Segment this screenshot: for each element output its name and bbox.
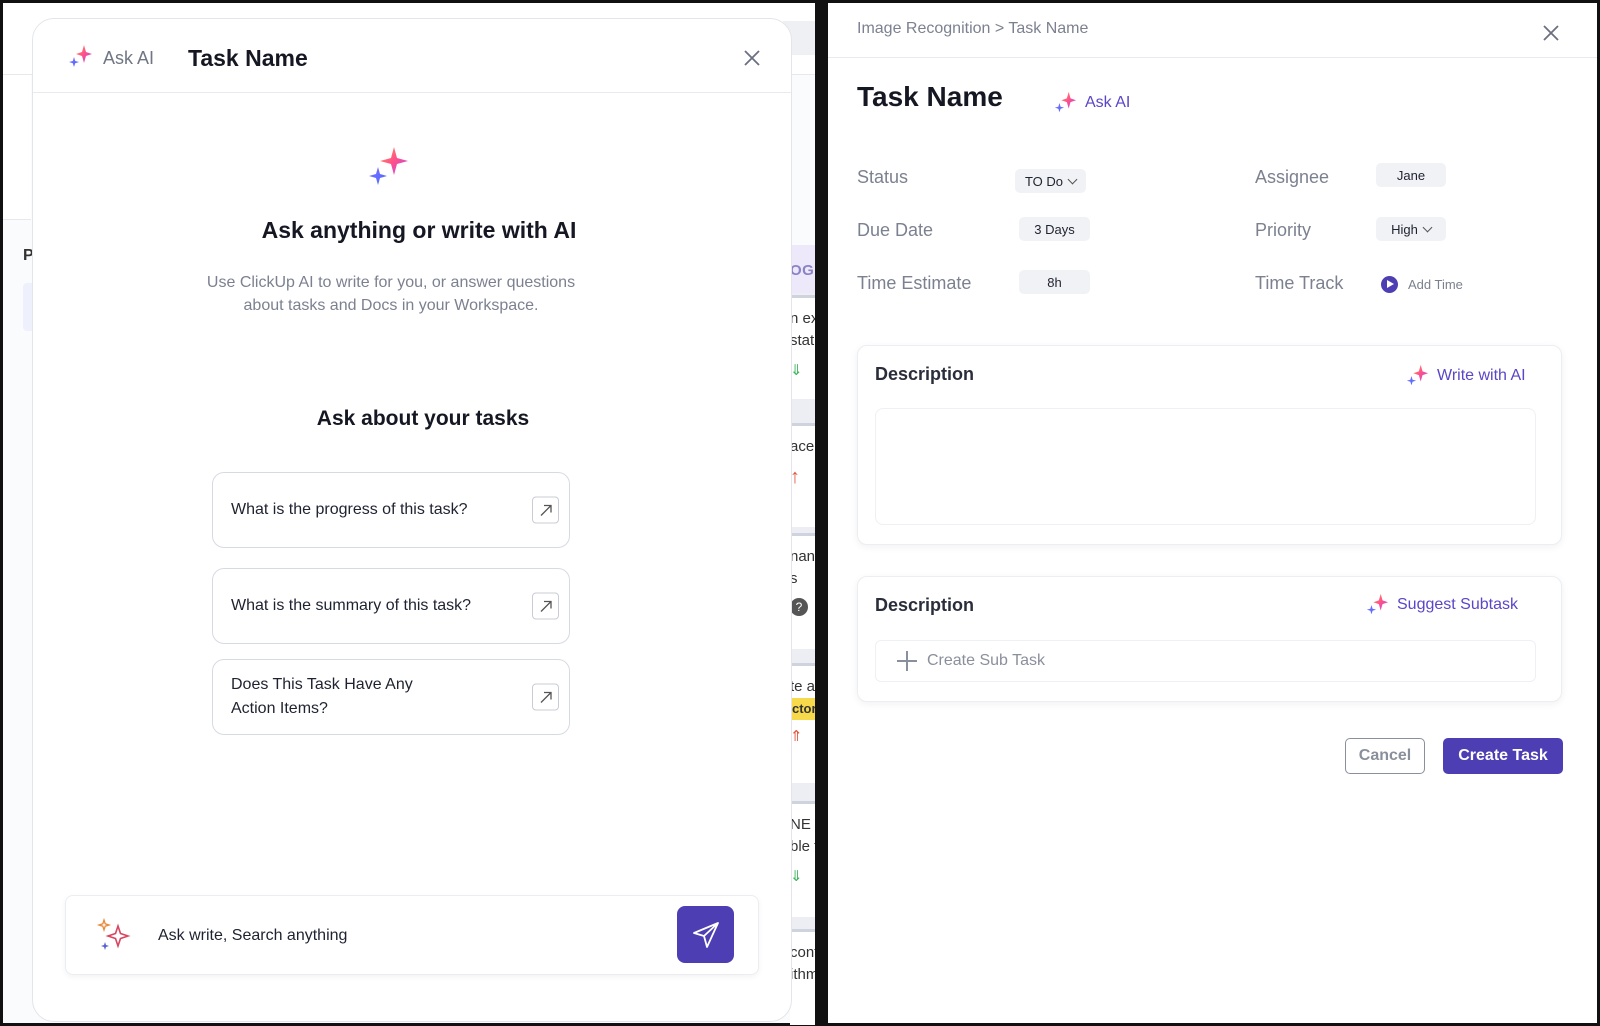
- suggestion-text: Does This Task Have Any Action Items?: [231, 676, 413, 717]
- task-panel: Image Recognition > Task Name Task Name …: [828, 3, 1597, 1023]
- ask-ai-label: Ask AI: [103, 48, 155, 68]
- close-icon[interactable]: [743, 49, 761, 67]
- description-card: Description Write with AI: [857, 345, 1562, 545]
- question-icon: ?: [790, 598, 808, 616]
- arrow-up-icon: ↑: [790, 466, 800, 488]
- background-left-strip: [3, 75, 31, 220]
- task-title[interactable]: Task Name: [857, 81, 1003, 113]
- play-icon: [1381, 276, 1398, 293]
- send-button[interactable]: [677, 906, 734, 963]
- background-card[interactable]: ace J ↑: [790, 423, 815, 527]
- assignee-label: Assignee: [1255, 167, 1330, 187]
- ai-input-bar: [65, 895, 759, 975]
- ai-modal-header: Ask AI Task Name: [33, 19, 791, 93]
- suggestion-progress[interactable]: What is the progress of this task?: [212, 472, 570, 548]
- send-icon: [692, 921, 719, 948]
- sparkle-icon: [1366, 593, 1389, 615]
- priority-dropdown[interactable]: High: [1376, 217, 1446, 241]
- due-date-chip[interactable]: 3 Days: [1019, 217, 1090, 241]
- sparkle-icon: [69, 45, 92, 67]
- arrow-up-right-icon: [532, 496, 559, 524]
- suggestion-action-items[interactable]: Does This Task Have Any Action Items?: [212, 659, 570, 735]
- cancel-button[interactable]: Cancel: [1345, 738, 1425, 774]
- due-date-label: Due Date: [857, 220, 934, 240]
- create-task-button[interactable]: Create Task: [1443, 738, 1563, 774]
- sparkle-hero-icon: [369, 147, 408, 185]
- priority-label: Priority: [1255, 220, 1312, 240]
- suggestion-text: What is the progress of this task?: [231, 501, 468, 518]
- background-card[interactable]: NE – ble to ⇓: [790, 801, 815, 917]
- suggestion-summary[interactable]: What is the summary of this task?: [212, 568, 570, 644]
- divider: [828, 57, 1597, 58]
- hero-subtitle: Use ClickUp AI to write for you, or answ…: [206, 274, 576, 314]
- subtask-card: Description Suggest Subtask Create Sub T…: [857, 576, 1562, 702]
- ask-ai-button[interactable]: Ask AI: [1053, 91, 1130, 115]
- background-column-header: OGR: [790, 245, 815, 293]
- time-estimate-chip[interactable]: 8h: [1019, 270, 1090, 294]
- write-with-ai-button[interactable]: Write with AI: [1405, 364, 1526, 388]
- plus-icon: [897, 651, 917, 671]
- description-title: Description: [875, 364, 975, 384]
- arrow-up-right-icon: [532, 592, 559, 620]
- hero-title: Ask anything or write with AI: [261, 217, 577, 243]
- chevron-down-icon: [1067, 174, 1078, 184]
- suggestion-text: What is the summary of this task?: [231, 597, 472, 614]
- sparkle-icon: [1054, 91, 1077, 113]
- status-dropdown[interactable]: TO Do: [1015, 169, 1086, 193]
- background-card[interactable]: cont ithm: [790, 929, 815, 1025]
- sparkle-outline-icon: [96, 918, 131, 950]
- close-icon[interactable]: [1542, 24, 1560, 42]
- double-chevron-down-icon: ⇓: [790, 362, 803, 379]
- ai-prompt-input[interactable]: [158, 918, 658, 954]
- background-card[interactable]: n ext statu ⇓: [790, 295, 815, 399]
- breadcrumb[interactable]: Image Recognition > Task Name: [857, 20, 1088, 38]
- time-estimate-label: Time Estimate: [857, 273, 972, 293]
- create-subtask-button[interactable]: Create Sub Task: [875, 640, 1536, 682]
- ask-ai-label: Ask AI: [1085, 94, 1131, 111]
- section-title: Ask about your tasks: [316, 407, 530, 430]
- description-textarea[interactable]: [875, 408, 1536, 525]
- background-board-column: OGR n ext statu ⇓ ace J ↑ nanua s ? te a…: [790, 245, 815, 1025]
- background-card[interactable]: nanua s ?: [790, 533, 815, 649]
- double-chevron-down-icon: ⇓: [790, 868, 803, 885]
- assignee-chip[interactable]: Jane: [1376, 163, 1446, 187]
- add-time-button[interactable]: Add Time: [1381, 276, 1463, 293]
- suggest-subtask-button[interactable]: Suggest Subtask: [1365, 593, 1518, 617]
- modal-title: Task Name: [188, 45, 308, 71]
- status-label: Status: [857, 167, 909, 187]
- background-card[interactable]: te a s ctorin ⇑: [790, 663, 815, 783]
- time-track-label: Time Track: [1255, 273, 1344, 293]
- subtask-card-title: Description: [875, 595, 975, 615]
- ask-ai-modal: Ask AI Task Name Ask anything or write w…: [32, 18, 792, 1022]
- chevron-down-icon: [1422, 222, 1433, 232]
- arrow-up-right-icon: [532, 683, 559, 711]
- double-chevron-up-icon: ⇑: [790, 728, 803, 745]
- sparkle-icon: [1406, 364, 1429, 386]
